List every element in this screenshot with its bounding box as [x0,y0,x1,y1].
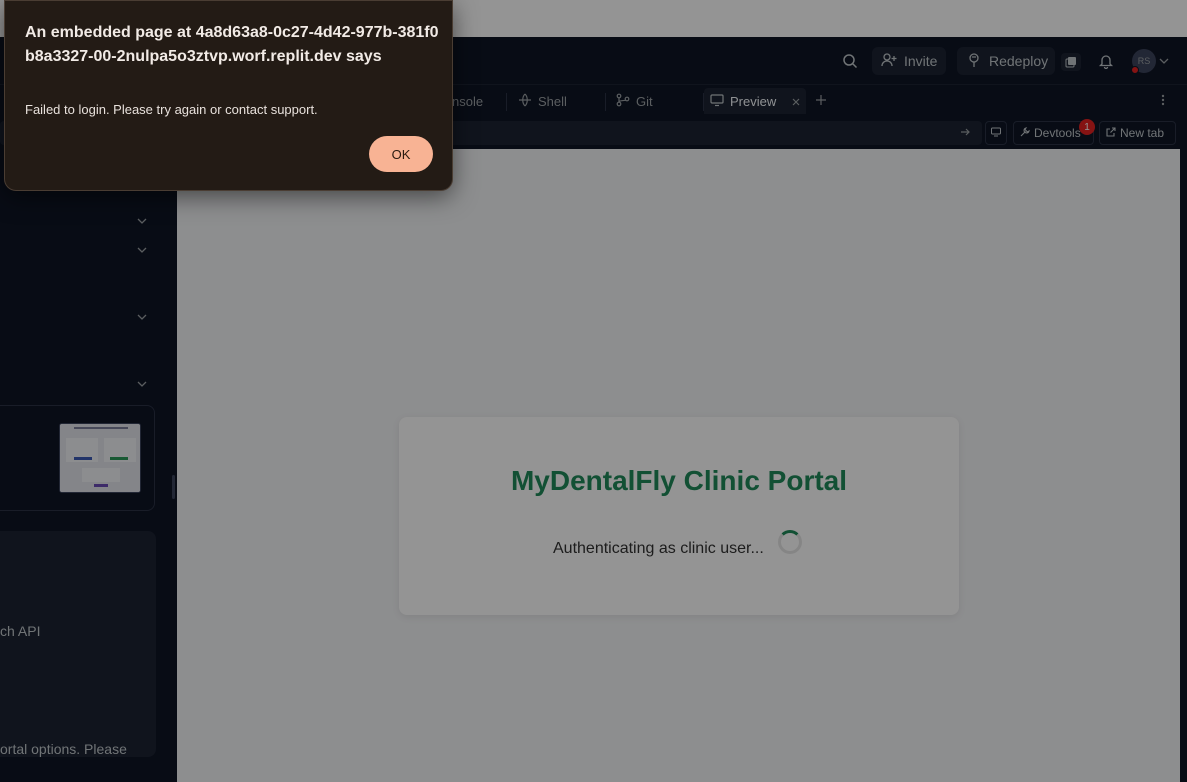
alert-dialog: An embedded page at 4a8d63a8-0c27-4d42-9… [4,0,453,191]
dialog-message: Failed to login. Please try again or con… [25,102,318,117]
ok-button[interactable]: OK [369,136,433,172]
dialog-title: An embedded page at 4a8d63a8-0c27-4d42-9… [25,24,439,65]
